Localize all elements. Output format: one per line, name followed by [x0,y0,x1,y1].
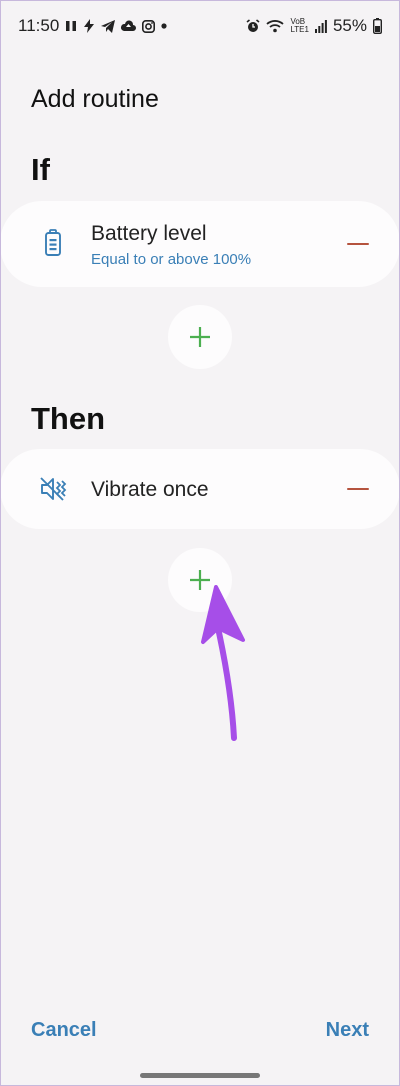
home-indicator[interactable] [140,1073,260,1078]
cancel-button[interactable]: Cancel [31,1019,97,1042]
next-button[interactable]: Next [326,1019,369,1042]
add-routine-screen: 11:50 VoB LTE1 55% Add routine If Batter… [0,0,400,1086]
annotation-arrow [201,585,245,741]
